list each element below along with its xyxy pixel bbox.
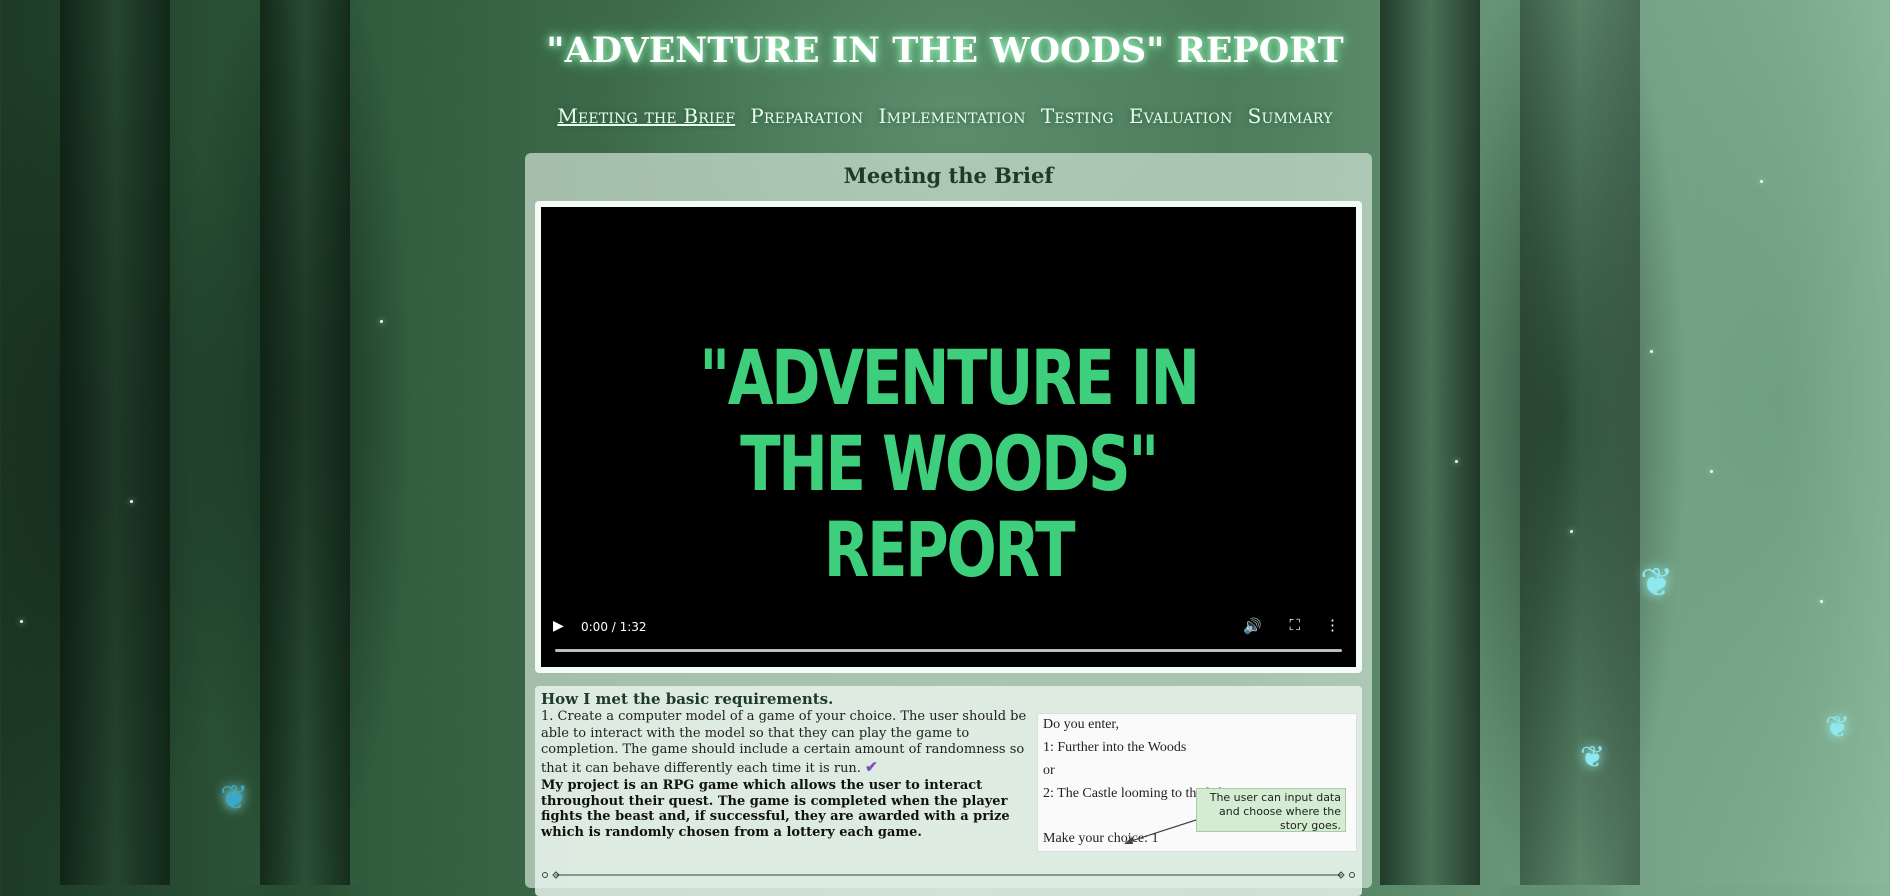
video-controls: ▶ 0:00 / 1:32 🔊 ⛶ ⋮ — [541, 607, 1356, 667]
screenshot-line: 1: Further into the Woods — [1043, 740, 1187, 755]
section-title: Meeting the Brief — [843, 163, 1054, 188]
video-title-line: THE WOODS" REPORT — [740, 419, 1159, 594]
requirement-text: 1. Create a computer model of a game of … — [541, 709, 1027, 776]
volume-icon[interactable]: 🔊 — [1243, 617, 1262, 635]
background-tree — [60, 0, 170, 885]
butterfly-icon: ❦ — [1825, 710, 1851, 745]
game-screenshot: Do you enter, 1: Further into the Woods … — [1037, 713, 1357, 852]
sparkle — [380, 320, 383, 323]
requirements-heading: How I met the basic requirements. — [541, 690, 834, 708]
requirements-box: How I met the basic requirements. 1. Cre… — [535, 686, 1362, 896]
sparkle — [1570, 530, 1573, 533]
sparkle — [1650, 350, 1653, 353]
video-title-card: "ADVENTURE IN THE WOODS" REPORT — [631, 335, 1267, 593]
nav-link-summary[interactable]: Summary — [1248, 104, 1333, 128]
screenshot-callout: The user can input data and choose where… — [1196, 788, 1346, 832]
video-title-line: "ADVENTURE IN — [699, 333, 1200, 422]
sparkle — [1820, 600, 1823, 603]
video-frame: "ADVENTURE IN THE WOODS" REPORT ▶ 0:00 /… — [535, 201, 1362, 673]
sparkle — [1710, 470, 1713, 473]
play-icon[interactable]: ▶ — [553, 618, 564, 634]
nav-link-meeting-the-brief[interactable]: Meeting the Brief — [557, 104, 735, 128]
callout-arrow — [1124, 819, 1197, 844]
video-progress-bar[interactable] — [555, 649, 1342, 652]
butterfly-icon: ❦ — [220, 778, 249, 818]
background-tree — [1380, 0, 1480, 885]
butterfly-icon: ❦ — [1580, 740, 1606, 775]
requirement-answer: My project is an RPG game which allows t… — [541, 778, 1010, 840]
requirement-item: 1. Create a computer model of a game of … — [541, 709, 1028, 777]
ornamental-divider — [542, 871, 1355, 879]
sparkle — [1455, 460, 1458, 463]
nav-link-evaluation[interactable]: Evaluation — [1129, 104, 1233, 128]
site-title: "ADVENTURE IN THE WOODS" REPORT — [546, 30, 1344, 71]
nav-link-preparation[interactable]: Preparation — [750, 104, 863, 128]
screenshot-line: Do you enter, — [1043, 717, 1120, 732]
nav-link-testing[interactable]: Testing — [1041, 104, 1114, 128]
sparkle — [20, 620, 23, 623]
background-tree — [260, 0, 350, 885]
fullscreen-icon[interactable]: ⛶ — [1289, 616, 1300, 634]
more-options-icon[interactable]: ⋮ — [1325, 616, 1340, 634]
video-player[interactable]: "ADVENTURE IN THE WOODS" REPORT ▶ 0:00 /… — [541, 207, 1356, 667]
screenshot-line: or — [1043, 763, 1055, 778]
video-time: 0:00 / 1:32 — [581, 620, 647, 634]
check-icon: ✔ — [865, 757, 878, 776]
sparkle — [1760, 180, 1763, 183]
sparkle — [130, 500, 133, 503]
nav-link-implementation[interactable]: Implementation — [878, 104, 1025, 128]
main-nav: Meeting the Brief Preparation Implementa… — [0, 104, 1890, 128]
butterfly-icon: ❦ — [1640, 560, 1674, 606]
content-panel: Meeting the Brief "ADVENTURE IN THE WOOD… — [525, 153, 1372, 896]
